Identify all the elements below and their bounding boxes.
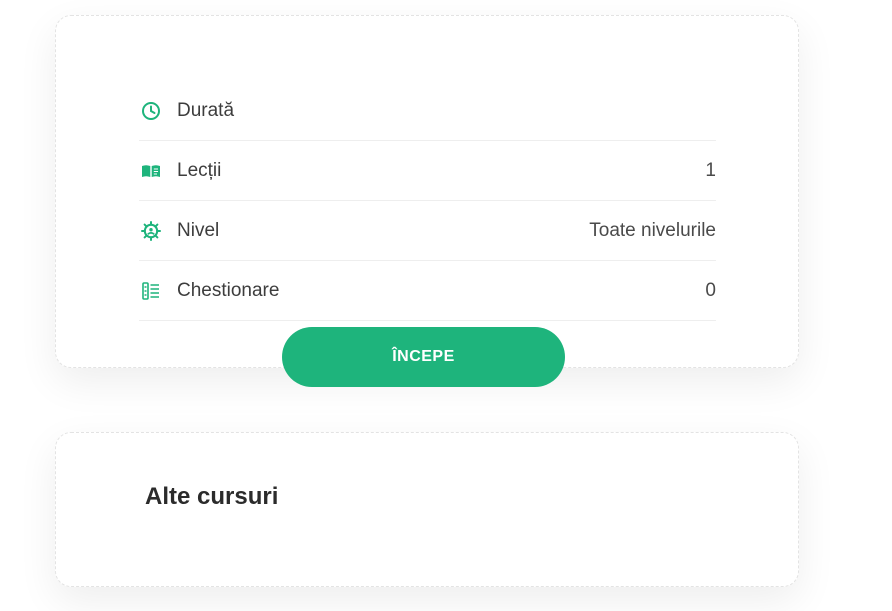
info-label-duration: Durată <box>177 99 235 121</box>
info-label-quizzes: Chestionare <box>177 279 280 301</box>
info-row-level: Nivel Toate nivelurile <box>139 201 716 261</box>
info-value-quizzes: 0 <box>705 279 716 301</box>
course-info-list: Durată Lecții 1 Nivel Toate nivelurile C… <box>139 81 716 321</box>
other-courses-card: Alte cursuri <box>55 432 799 587</box>
start-course-button[interactable]: ÎNCEPE <box>282 327 565 387</box>
book-icon <box>141 161 161 181</box>
quiz-list-icon <box>141 281 161 301</box>
level-icon <box>141 220 161 241</box>
info-value-level: Toate nivelurile <box>589 219 716 241</box>
info-value-lessons: 1 <box>705 159 716 181</box>
info-label-lessons: Lecții <box>177 159 222 181</box>
course-info-card: Durată Lecții 1 Nivel Toate nivelurile C… <box>55 15 799 387</box>
info-row-lessons: Lecții 1 <box>139 141 716 201</box>
other-courses-title: Alte cursuri <box>145 483 279 510</box>
info-row-quizzes: Chestionare 0 <box>139 261 716 321</box>
info-row-duration: Durată <box>139 81 716 141</box>
info-label-level: Nivel <box>177 219 220 241</box>
clock-icon <box>141 101 161 121</box>
